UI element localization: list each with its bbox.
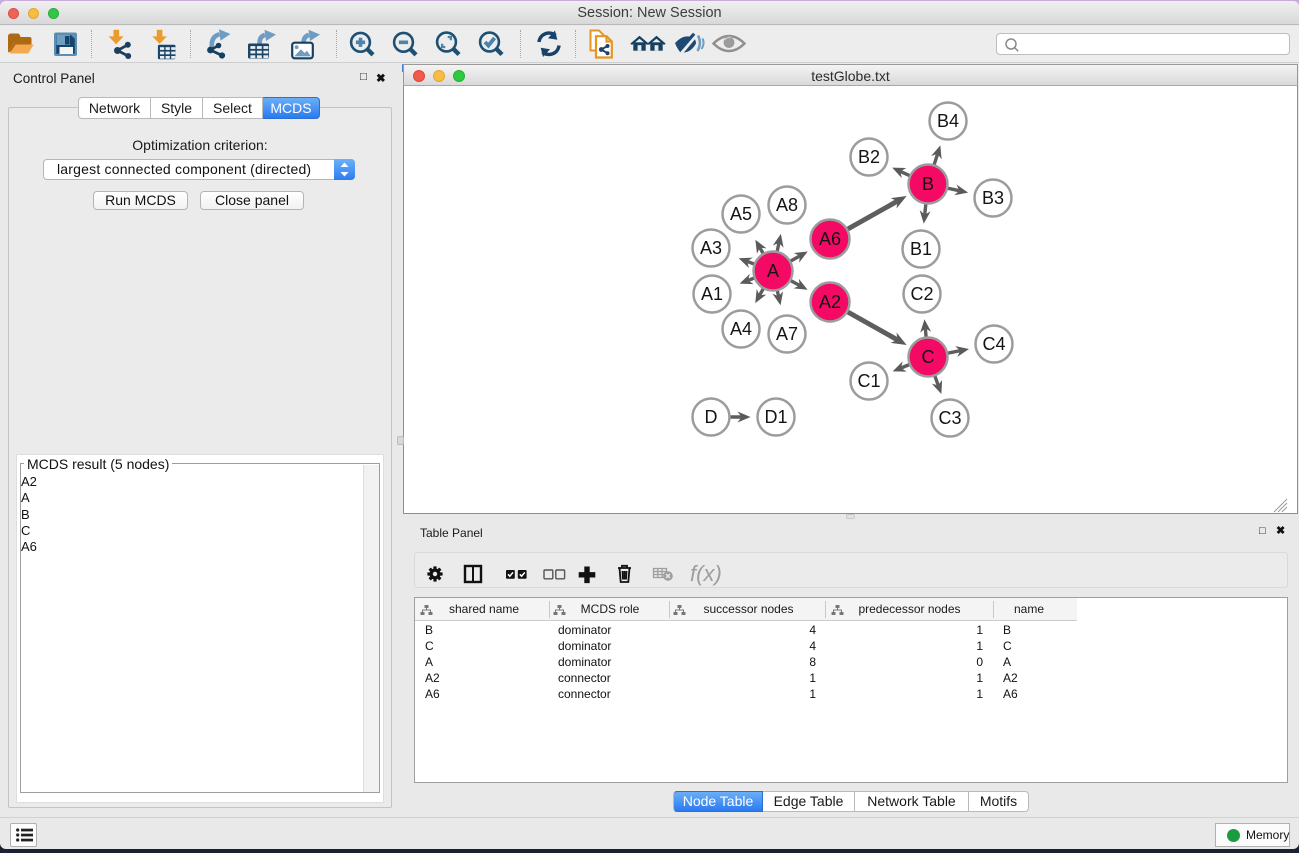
- svg-text:B2: B2: [858, 147, 880, 167]
- svg-text:B3: B3: [982, 188, 1004, 208]
- svg-text:B4: B4: [937, 111, 959, 131]
- svg-text:C: C: [922, 347, 935, 367]
- svg-text:A1: A1: [701, 284, 723, 304]
- svg-text:D: D: [705, 407, 718, 427]
- svg-text:A3: A3: [700, 238, 722, 258]
- svg-text:D1: D1: [764, 407, 787, 427]
- svg-text:A4: A4: [730, 319, 752, 339]
- svg-text:A7: A7: [776, 324, 798, 344]
- svg-text:C1: C1: [857, 371, 880, 391]
- svg-text:B1: B1: [910, 239, 932, 259]
- svg-text:B: B: [922, 174, 934, 194]
- svg-text:C4: C4: [982, 334, 1005, 354]
- svg-text:A2: A2: [819, 292, 841, 312]
- svg-text:A6: A6: [819, 229, 841, 249]
- svg-text:C2: C2: [910, 284, 933, 304]
- svg-text:A: A: [767, 261, 779, 281]
- svg-text:A5: A5: [730, 204, 752, 224]
- svg-text:f(x): f(x): [690, 561, 722, 586]
- svg-text:A8: A8: [776, 195, 798, 215]
- svg-text:C3: C3: [938, 408, 961, 428]
